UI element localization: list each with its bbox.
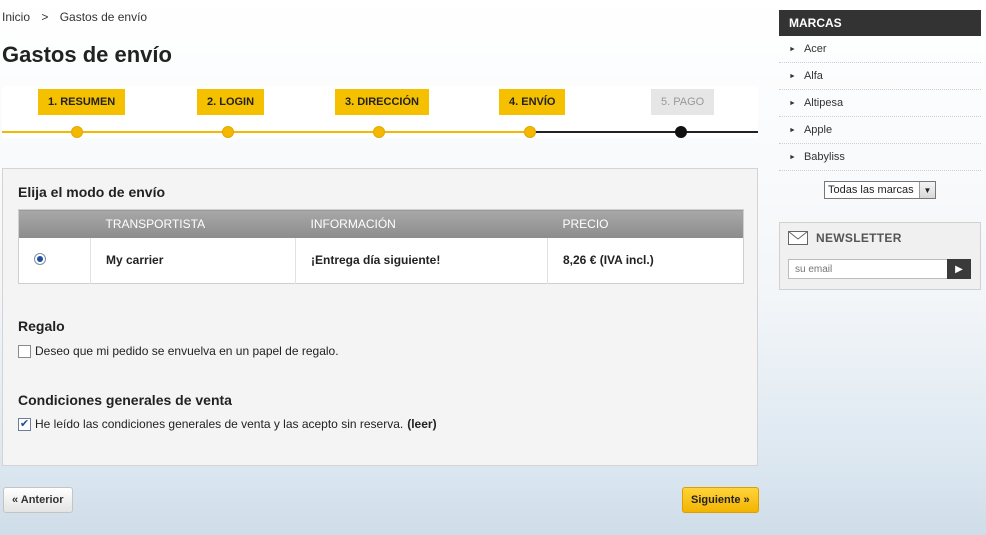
carrier-table-header: TRANSPORTISTA INFORMACIÓN PRECIO	[18, 209, 744, 238]
gift-section-title: Regalo	[18, 318, 65, 334]
brands-select[interactable]: Todas las marcas ▼	[824, 181, 936, 199]
step-summary-dot	[71, 126, 83, 138]
breadcrumb-current: Gastos de envío	[59, 10, 148, 24]
brand-item[interactable]: ► Apple	[779, 117, 981, 144]
carrier-col-price: PRECIO	[547, 209, 744, 238]
carrier-price: 8,26 € (IVA incl.)	[563, 253, 654, 268]
table-row[interactable]: My carrier ¡Entrega día siguiente! 8,26 …	[18, 237, 744, 284]
shipping-section-title: Elija el modo de envío	[18, 184, 166, 200]
brands-title: MARCAS	[779, 10, 981, 36]
chevron-down-icon[interactable]: ▼	[919, 182, 935, 198]
breadcrumb-home-link[interactable]: Inicio	[2, 10, 30, 24]
newsletter-header: NEWSLETTER	[788, 231, 902, 245]
bullet-arrow-icon: ►	[789, 100, 796, 107]
gift-option[interactable]: Deseo que mi pedido se envuelva en un pa…	[18, 344, 339, 358]
breadcrumb: Inicio > Gastos de envío	[2, 10, 147, 24]
previous-button[interactable]: « Anterior	[3, 487, 73, 513]
newsletter-submit-icon[interactable]: ▶	[947, 259, 971, 279]
step-shipping-dot	[524, 126, 536, 138]
brand-item[interactable]: ► Altipesa	[779, 90, 981, 117]
newsletter-email-input[interactable]	[788, 259, 948, 279]
newsletter-title: NEWSLETTER	[816, 231, 902, 245]
brands-select-value: Todas las marcas	[828, 184, 914, 196]
step-address[interactable]: 3. DIRECCIÓN	[335, 89, 429, 115]
breadcrumb-separator: >	[41, 10, 49, 24]
carrier-name: My carrier	[90, 237, 296, 284]
mail-icon	[788, 231, 808, 245]
terms-checkbox-label: He leído las condiciones generales de ve…	[35, 417, 404, 431]
brand-link-babyliss[interactable]: Babyliss	[804, 151, 845, 163]
steps-remaining-line	[530, 131, 758, 133]
brands-list: ► Acer ► Alfa ► Altipesa ► Apple ► Babyliss	[779, 36, 981, 171]
carrier-table: TRANSPORTISTA INFORMACIÓN PRECIO My carr…	[18, 209, 744, 284]
terms-option[interactable]: ✔ He leído las condiciones generales de …	[18, 417, 437, 431]
brand-item[interactable]: ► Alfa	[779, 63, 981, 90]
step-payment-dot	[675, 126, 687, 138]
bullet-arrow-icon: ►	[789, 127, 796, 134]
bullet-arrow-icon: ►	[789, 154, 796, 161]
brand-link-apple[interactable]: Apple	[804, 124, 832, 136]
terms-checkbox[interactable]: ✔	[18, 417, 31, 431]
step-login[interactable]: 2. LOGIN	[197, 89, 265, 115]
step-shipping: 4. ENVÍO	[499, 89, 566, 115]
carrier-col-carrier: TRANSPORTISTA	[90, 209, 296, 238]
newsletter-block: NEWSLETTER ▶	[779, 222, 981, 290]
brand-link-altipesa[interactable]: Altipesa	[804, 97, 843, 109]
carrier-info: ¡Entrega día siguiente!	[295, 237, 548, 284]
bullet-arrow-icon: ►	[789, 73, 796, 80]
brands-block: MARCAS ► Acer ► Alfa ► Altipesa ► Apple ► Bab…	[779, 10, 981, 199]
shipping-panel: Elija el modo de envío TRANSPORTISTA INF…	[2, 168, 758, 466]
next-button[interactable]: Siguiente »	[682, 487, 759, 513]
step-payment: 5. PAGO	[651, 89, 715, 115]
brand-item[interactable]: ► Acer	[779, 36, 981, 63]
gift-checkbox-label: Deseo que mi pedido se envuelva en un pa…	[35, 344, 339, 358]
brand-link-acer[interactable]: Acer	[804, 43, 827, 55]
step-login-dot	[222, 126, 234, 138]
gift-checkbox[interactable]	[18, 344, 31, 358]
carrier-radio-cell[interactable]	[18, 237, 91, 284]
terms-read-link[interactable]: (leer)	[407, 417, 436, 431]
step-summary[interactable]: 1. RESUMEN	[38, 89, 126, 115]
bullet-arrow-icon: ►	[789, 46, 796, 53]
page-title: Gastos de envío	[2, 42, 172, 67]
carrier-col-select	[18, 209, 91, 238]
brand-link-alfa[interactable]: Alfa	[804, 70, 823, 82]
carrier-col-info: INFORMACIÓN	[295, 209, 548, 238]
checkout-steps: 1. RESUMEN 2. LOGIN 3. DIRECCIÓN 4. ENVÍ…	[2, 86, 758, 138]
brand-item[interactable]: ► Babyliss	[779, 144, 981, 171]
terms-section-title: Condiciones generales de venta	[18, 392, 232, 408]
carrier-radio[interactable]	[34, 252, 46, 265]
step-address-dot	[373, 126, 385, 138]
